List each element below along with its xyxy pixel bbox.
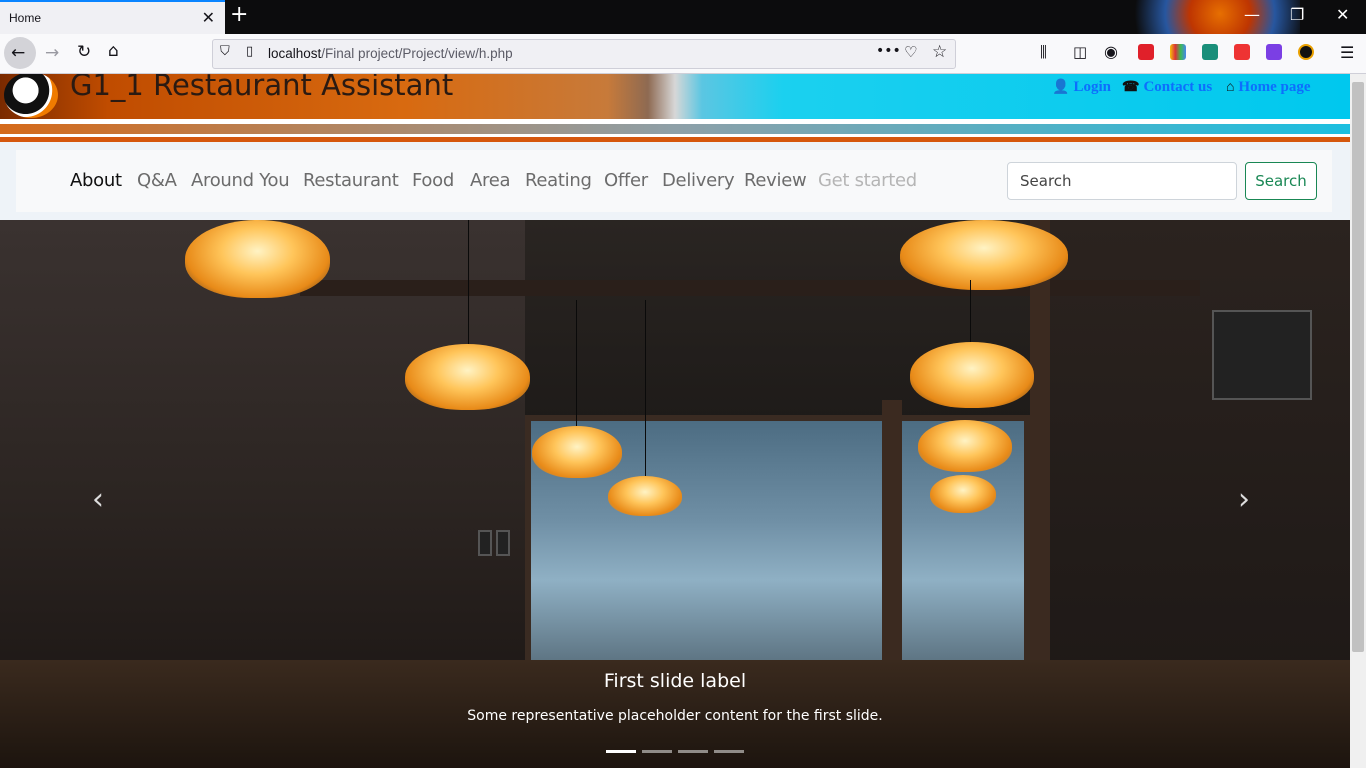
nav-reating[interactable]: Reating <box>525 170 592 191</box>
account-icon[interactable]: ◉ <box>1104 42 1118 61</box>
home-page-link[interactable]: ⌂ Home page <box>1226 79 1310 96</box>
slide-image-lamp <box>930 475 996 513</box>
nav-delivery[interactable]: Delivery <box>662 170 735 191</box>
slide-image-cord <box>970 280 971 342</box>
slide-image-lamp <box>918 420 1012 472</box>
nav-area[interactable]: Area <box>470 170 511 191</box>
minimize-icon[interactable]: — <box>1244 5 1260 24</box>
home-button-icon[interactable]: ⌂ <box>108 41 119 61</box>
extension-purple-icon[interactable] <box>1266 44 1282 60</box>
chevron-left-icon[interactable]: ‹ <box>92 482 104 517</box>
phone-icon: ☎ <box>1122 80 1140 95</box>
restore-icon[interactable]: ❐ <box>1290 5 1304 24</box>
slide-image-post <box>1030 220 1050 720</box>
site-title: G1_1 Restaurant Assistant <box>70 74 454 102</box>
browser-tab-strip: Home ✕ + — ❐ ✕ <box>0 0 1366 34</box>
nav-get-started: Get started <box>818 170 917 191</box>
extension-color-icon[interactable] <box>1170 44 1186 60</box>
nav-restaurant[interactable]: Restaurant <box>303 170 399 191</box>
nav-food[interactable]: Food <box>412 170 454 191</box>
nav-around-you[interactable]: Around You <box>191 170 290 191</box>
reload-icon[interactable]: ↻ <box>77 42 91 62</box>
page-actions-icon[interactable]: ••• <box>876 43 901 59</box>
nav-review[interactable]: Review <box>744 170 807 191</box>
slide-image-lamp <box>185 220 330 298</box>
library-icon[interactable]: ⫼ <box>1040 43 1047 61</box>
chevron-right-icon[interactable]: › <box>1238 482 1250 517</box>
hero-carousel: ‹ › First slide label Some representativ… <box>0 220 1350 768</box>
site-logo <box>4 74 58 118</box>
site-header: G1_1 Restaurant Assistant 👤 Login ☎ Contac… <box>0 74 1350 119</box>
divider <box>0 124 1350 134</box>
nav-offer[interactable]: Offer <box>604 170 648 191</box>
web-page: G1_1 Restaurant Assistant 👤 Login ☎ Contac… <box>0 74 1350 768</box>
theme-artwork <box>1100 0 1300 34</box>
slide-image-lamp <box>910 342 1034 408</box>
page-info-icon[interactable]: ▯ <box>246 44 253 59</box>
browser-tab[interactable]: Home ✕ <box>0 0 225 34</box>
back-arrow-icon: ← <box>11 43 26 63</box>
slide-image-beam <box>300 280 1200 296</box>
slide-caption-text: Some representative placeholder content … <box>467 708 883 724</box>
forward-arrow-icon[interactable]: → <box>45 43 59 63</box>
extension-clock-icon[interactable] <box>1298 44 1314 60</box>
slide-image-lamp <box>900 220 1068 290</box>
pocket-icon[interactable]: ♡ <box>904 43 917 61</box>
extension-record-icon[interactable] <box>1234 44 1250 60</box>
slide-image-cord <box>576 300 577 426</box>
nav-qa[interactable]: Q&A <box>137 170 177 191</box>
carousel-indicator[interactable] <box>642 750 672 753</box>
search-button[interactable]: Search <box>1245 162 1317 200</box>
carousel-indicator[interactable] <box>606 750 636 753</box>
home-icon: ⌂ <box>1226 80 1235 95</box>
url-text[interactable]: localhost/Final project/Project/view/h.p… <box>268 46 513 61</box>
slide-image-frame <box>1212 310 1312 400</box>
contact-us-link[interactable]: ☎ Contact us <box>1122 79 1212 96</box>
nav-about[interactable]: About <box>70 170 122 191</box>
slide-image-frame <box>496 530 510 556</box>
close-tab-icon[interactable]: ✕ <box>202 8 215 27</box>
close-window-icon[interactable]: ✕ <box>1336 5 1349 24</box>
slide-image-lamp <box>532 426 622 478</box>
carousel-indicator[interactable] <box>714 750 744 753</box>
shield-icon[interactable]: ⛉ <box>220 44 230 59</box>
main-nav: About Q&A Around You Restaurant Food Are… <box>16 150 1332 212</box>
extension-lock-icon[interactable] <box>1138 44 1154 60</box>
menu-hamburger-icon[interactable]: ☰ <box>1340 43 1354 62</box>
carousel-indicator[interactable] <box>678 750 708 753</box>
slide-image-lamp <box>608 476 682 516</box>
slide-image-frame <box>478 530 492 556</box>
slide-caption-title: First slide label <box>603 670 747 692</box>
slide-image-cord <box>645 300 646 476</box>
bookmark-star-icon[interactable]: ☆ <box>932 42 947 62</box>
tab-title: Home <box>9 11 42 25</box>
login-link[interactable]: 👤 Login <box>1052 79 1111 96</box>
divider <box>0 137 1350 142</box>
new-tab-icon[interactable]: + <box>230 2 248 27</box>
user-icon: 👤 <box>1052 80 1070 95</box>
slide-image-lamp <box>405 344 530 410</box>
extension-s-icon[interactable] <box>1202 44 1218 60</box>
slide-image-cord <box>468 220 469 345</box>
scrollbar-thumb[interactable] <box>1352 82 1364 652</box>
sidebar-icon[interactable]: ◫ <box>1073 43 1087 61</box>
search-input[interactable] <box>1007 162 1237 200</box>
